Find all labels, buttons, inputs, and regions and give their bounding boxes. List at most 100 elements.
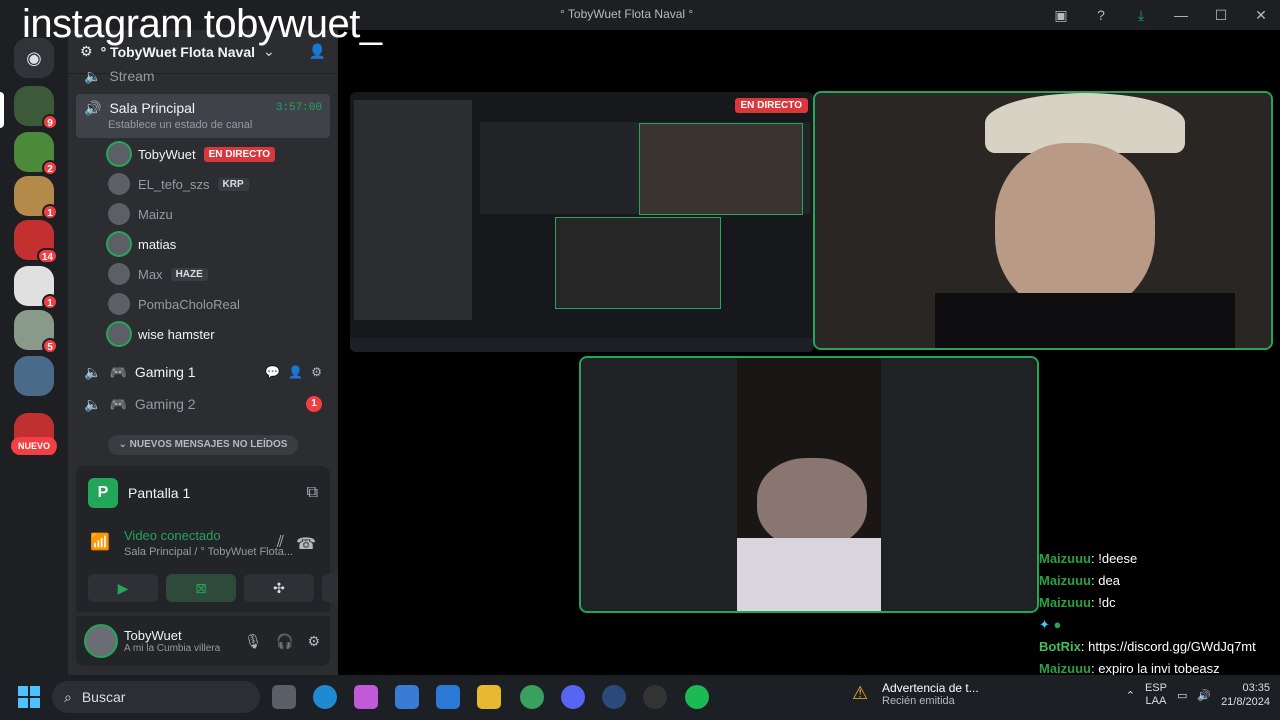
taskbar-search[interactable]: ⌕ Buscar <box>52 681 260 713</box>
user-area: TobyWuet A mi la Cumbia villera 🎙 🎧 ⚙ <box>76 616 330 666</box>
voice-location[interactable]: Sala Principal / ° TobyWuet Flota... <box>124 546 318 558</box>
obs-icon[interactable] <box>643 685 667 709</box>
noise-suppression-icon[interactable]: ⫽ <box>277 534 284 552</box>
unread-badge: 2 <box>42 160 58 176</box>
server-icon[interactable]: 1 <box>14 266 58 310</box>
verified-icon: ● <box>1053 617 1062 632</box>
voice-user[interactable]: matias <box>108 229 328 259</box>
avatar[interactable] <box>86 626 116 656</box>
speaker-icon: 🔈 <box>84 67 102 84</box>
voice-user-name: wise hamster <box>138 326 215 342</box>
disconnect-icon[interactable]: ☎ <box>296 534 316 554</box>
inbox-icon[interactable]: ▣ <box>1050 4 1072 26</box>
minimize-button[interactable]: — <box>1170 4 1192 26</box>
download-icon[interactable]: ⤓ <box>1130 4 1152 26</box>
volume-icon[interactable]: 🔊 <box>1197 689 1211 702</box>
channel-stream[interactable]: 🔈 Stream <box>76 66 330 86</box>
camera-tile-tobywuet[interactable] <box>813 91 1273 350</box>
settings-icon[interactable]: ⚙ <box>311 365 322 379</box>
avatar <box>108 293 130 315</box>
invite-icon[interactable]: 👤 <box>288 365 303 379</box>
user-status: A mi la Cumbia villera <box>124 643 221 654</box>
voice-user[interactable]: Max HAZE <box>108 259 328 289</box>
camera-button[interactable]: ▶ <box>88 574 158 602</box>
chat-username: Maizuuu <box>1039 573 1091 588</box>
shirt-shape <box>935 293 1235 348</box>
clock[interactable]: 03:35 21/8/2024 <box>1221 681 1270 709</box>
chat-username: BotRix <box>1039 639 1081 654</box>
activities-button[interactable]: ✣ <box>244 574 314 602</box>
screen-share-icon: P <box>88 478 118 508</box>
stop-screen-share-button[interactable]: ⊠ <box>166 574 236 602</box>
nested-cam-preview <box>555 217 721 309</box>
server-icon[interactable]: 14 <box>14 220 58 264</box>
language-indicator[interactable]: ESP LAA <box>1145 682 1167 708</box>
active-server-indicator <box>0 92 4 128</box>
voice-user[interactable]: TobyWuet EN DIRECTO <box>108 139 328 169</box>
popout-icon[interactable]: ⧉ <box>307 484 318 502</box>
voice-status[interactable]: Video conectado <box>124 528 318 543</box>
chat-message: Maizuuu: !deese <box>1039 551 1138 566</box>
copilot-icon[interactable] <box>354 685 378 709</box>
chrome-icon[interactable] <box>520 685 544 709</box>
close-button[interactable]: ✕ <box>1250 4 1272 26</box>
task-view-icon[interactable] <box>272 685 296 709</box>
voice-user[interactable]: EL_tefo_szs KRP <box>108 169 328 199</box>
settings-icon[interactable]: ⚙ <box>307 633 320 650</box>
start-button[interactable] <box>18 686 40 708</box>
unread-messages-pill[interactable]: ⌄ NUEVOS MENSAJES NO LEÍDOS <box>108 435 298 455</box>
chevron-up-icon[interactable]: ⌃ <box>1126 689 1135 702</box>
mention-badge: 1 <box>306 396 322 412</box>
help-icon[interactable]: ? <box>1090 4 1112 26</box>
new-messages-badge[interactable]: NUEVO <box>11 437 57 455</box>
voice-user[interactable]: PombaCholoReal <box>108 289 328 319</box>
network-icon[interactable]: ▭ <box>1177 689 1187 702</box>
stream-card: P Pantalla 1 ⧉ <box>76 466 330 520</box>
outlook-icon[interactable] <box>436 685 460 709</box>
server-icon[interactable]: 2 <box>14 132 58 176</box>
screen-share-tile[interactable]: EN DIRECTO <box>350 92 814 352</box>
chat-text: dea <box>1098 573 1120 588</box>
server-icon[interactable]: 9 <box>14 86 58 130</box>
spotify-icon[interactable] <box>685 685 709 709</box>
voice-user[interactable]: wise hamster <box>108 319 328 349</box>
chat-icon[interactable]: 💬 <box>265 365 280 379</box>
chat-message: ✦ ● <box>1039 614 1279 636</box>
store-icon[interactable] <box>395 685 419 709</box>
explorer-icon[interactable] <box>477 685 501 709</box>
guest-video <box>737 358 881 611</box>
channel-status[interactable]: Establece un estado de canal <box>108 119 252 131</box>
avatar <box>108 233 130 255</box>
chat-username: Maizuuu <box>1039 661 1091 676</box>
channel-timer: 3:57:00 <box>275 102 322 114</box>
discord-icon[interactable] <box>561 685 585 709</box>
channel-gaming-2[interactable]: 🔈 🎮 Gaming 2 1 <box>76 388 330 420</box>
unread-badge: 14 <box>36 248 58 264</box>
steam-icon[interactable] <box>602 685 626 709</box>
channel-sala-principal[interactable]: 🔊 Sala Principal 3:57:00 Establece un es… <box>76 94 330 138</box>
edge-icon[interactable] <box>313 685 337 709</box>
channel-gaming-1[interactable]: 🔈 🎮 Gaming 1 💬 👤 ⚙ <box>76 356 330 388</box>
unread-badge: 1 <box>42 204 58 220</box>
microphone-icon[interactable]: 🎙 <box>244 633 262 650</box>
system-tray: ⌃ ESP LAA ▭ 🔊 03:35 21/8/2024 <box>1126 681 1270 709</box>
chat-message: BotRix: https://discord.gg/GWdJq7mt <box>1039 639 1256 654</box>
server-rail: ◉ 9211415 7 NUEVO <box>0 30 68 675</box>
voice-user-name: TobyWuet <box>138 146 196 162</box>
server-icon[interactable] <box>14 356 54 396</box>
voice-user-name: EL_tefo_szs <box>138 176 210 192</box>
unread-badge: 9 <box>42 114 58 130</box>
avatar <box>108 143 130 165</box>
server-icon[interactable]: 1 <box>14 176 58 220</box>
camera-tile-guest[interactable] <box>579 356 1039 613</box>
headphones-icon[interactable]: 🎧 <box>276 633 293 650</box>
channel-sidebar: ⚙ ° TobyWuet Flota Naval ⌄ 👤 🔈 Stream 🔊 … <box>68 30 392 675</box>
notification-widget[interactable]: ⚠ Advertencia de t... Recién emitida <box>852 681 979 707</box>
stream-label: Pantalla 1 <box>128 485 191 501</box>
avatar <box>108 203 130 225</box>
speaker-icon: 🔈 <box>84 363 102 380</box>
maximize-button[interactable]: ☐ <box>1210 4 1232 26</box>
voice-user[interactable]: Maizu <box>108 199 328 229</box>
clan-tag: KRP <box>217 177 249 191</box>
server-icon[interactable]: 5 <box>14 310 58 354</box>
